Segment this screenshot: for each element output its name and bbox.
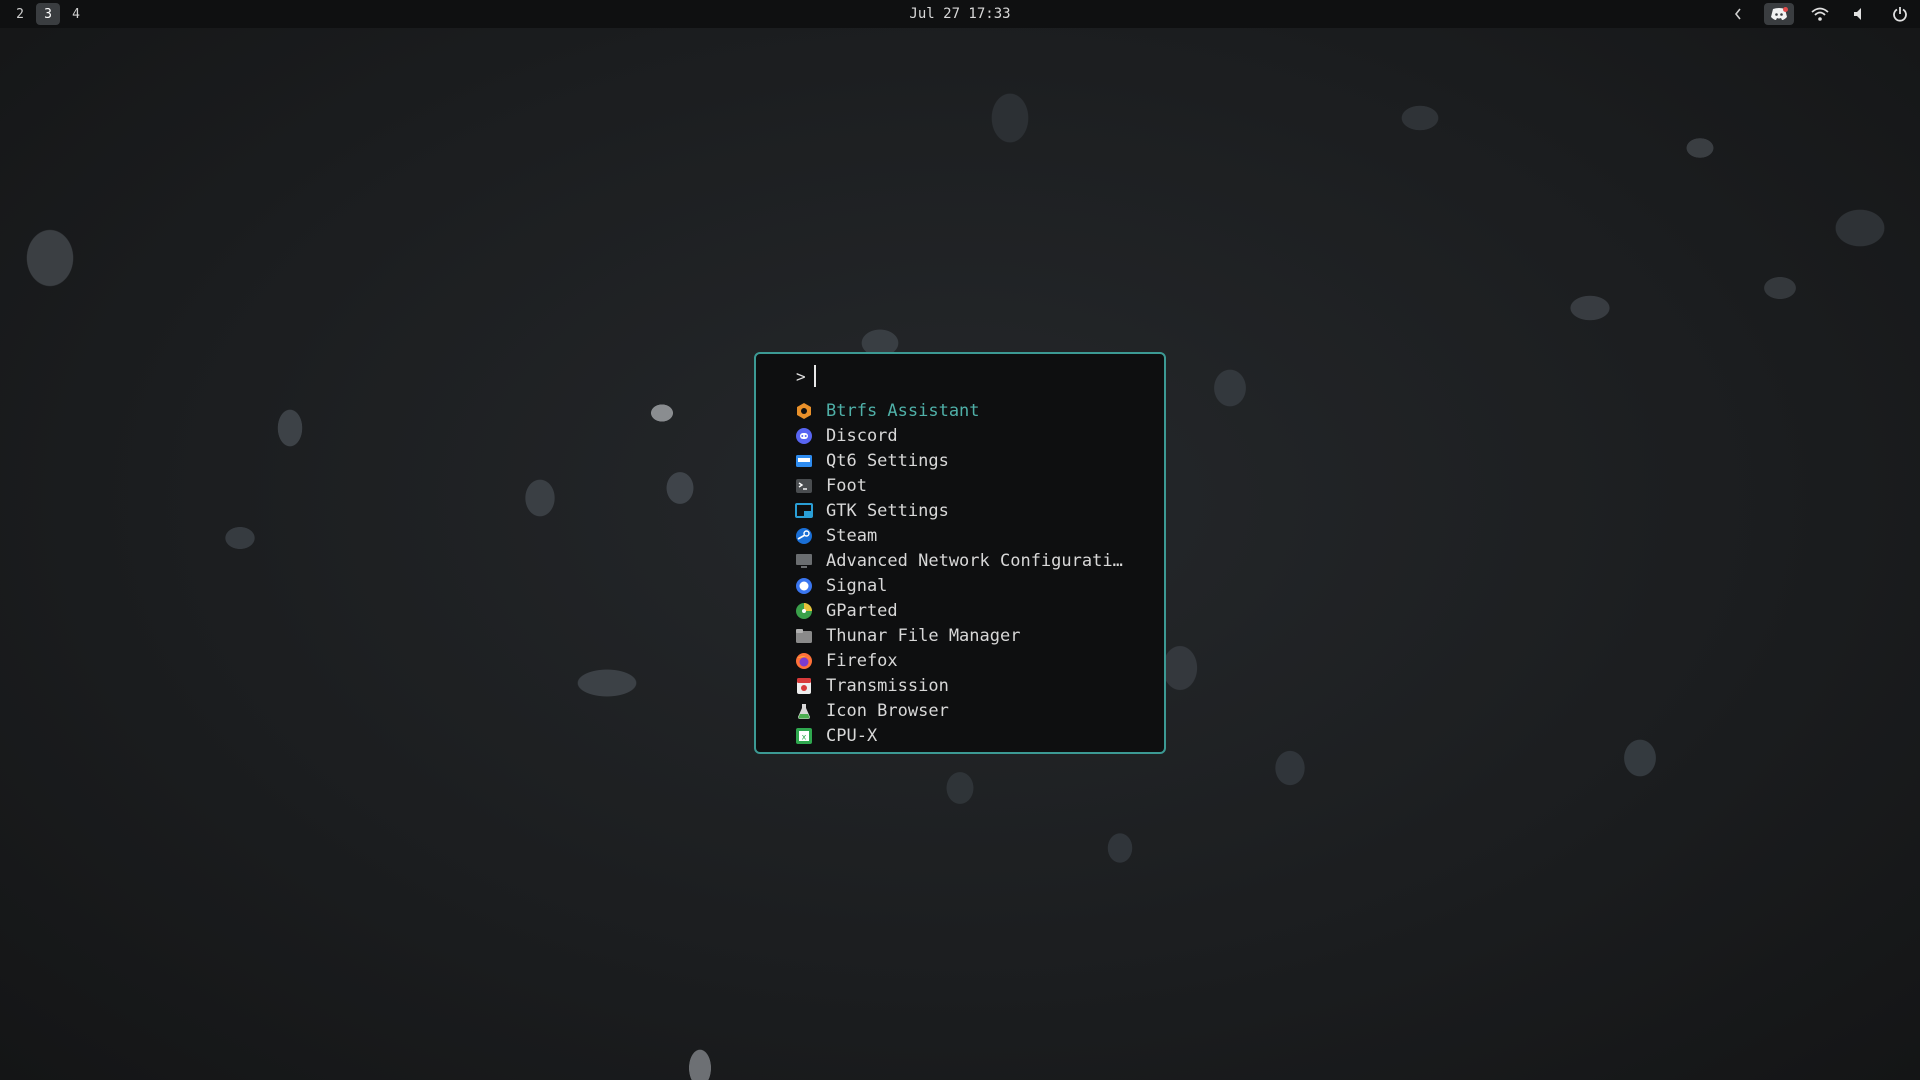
gparted-icon: [794, 601, 814, 621]
app-label: Icon Browser: [826, 700, 949, 721]
app-list-item[interactable]: Firefox: [794, 648, 1154, 673]
workspace-button[interactable]: 2: [8, 3, 32, 25]
app-list-item[interactable]: Discord: [794, 423, 1154, 448]
app-label: Btrfs Assistant: [826, 400, 980, 421]
thunar-icon: [794, 626, 814, 646]
workspace-switcher: 234: [4, 3, 88, 25]
top-bar: 234 Jul 27 17:33: [0, 0, 1920, 28]
app-label: Signal: [826, 575, 888, 596]
app-label: Firefox: [826, 650, 898, 671]
qt6-settings-icon: [794, 451, 814, 471]
app-label: GParted: [826, 600, 898, 621]
app-label: Thunar File Manager: [826, 625, 1021, 646]
app-label: Transmission: [826, 675, 949, 696]
workspace-button[interactable]: 3: [36, 3, 60, 25]
app-label: Qt6 Settings: [826, 450, 949, 471]
app-list-item[interactable]: Transmission: [794, 673, 1154, 698]
network-config-icon: [794, 551, 814, 571]
app-list-item[interactable]: Qt6 Settings: [794, 448, 1154, 473]
app-list-item[interactable]: Advanced Network Configurati…: [794, 548, 1154, 573]
btrfs-assistant-icon: [794, 401, 814, 421]
app-list-item[interactable]: Steam: [794, 523, 1154, 548]
app-list-item[interactable]: Btrfs Assistant: [794, 398, 1154, 423]
system-tray: [1718, 0, 1920, 28]
text-cursor: [813, 365, 816, 387]
app-launcher: > Btrfs Assistant Discord Qt6 Settings Foot…: [754, 352, 1166, 754]
svg-text:x: x: [802, 732, 807, 741]
prompt-symbol: >: [796, 366, 806, 386]
search-prompt[interactable]: >: [796, 364, 816, 388]
app-list-item[interactable]: x CPU-X: [794, 723, 1154, 748]
app-label: Discord: [826, 425, 898, 446]
icon-browser-icon: [794, 701, 814, 721]
app-list-item[interactable]: Signal: [794, 573, 1154, 598]
discord-icon: [794, 426, 814, 446]
app-list-item[interactable]: Foot: [794, 473, 1154, 498]
volume-icon[interactable]: [1840, 0, 1880, 28]
workspace-button[interactable]: 4: [64, 3, 88, 25]
transmission-icon: [794, 676, 814, 696]
app-list-item[interactable]: GParted: [794, 598, 1154, 623]
discord-tray-icon[interactable]: [1764, 3, 1794, 25]
app-list: Btrfs Assistant Discord Qt6 Settings Foot GT…: [794, 398, 1154, 748]
cpu-x-icon: x: [794, 726, 814, 746]
app-list-item[interactable]: Icon Browser: [794, 698, 1154, 723]
power-icon[interactable]: [1880, 0, 1920, 28]
steam-icon: [794, 526, 814, 546]
chevron-left-icon[interactable]: [1718, 0, 1758, 28]
app-label: Foot: [826, 475, 867, 496]
signal-icon: [794, 576, 814, 596]
app-label: Advanced Network Configurati…: [826, 550, 1123, 571]
firefox-icon: [794, 651, 814, 671]
clock[interactable]: Jul 27 17:33: [0, 0, 1920, 28]
app-list-item[interactable]: GTK Settings: [794, 498, 1154, 523]
app-label: Steam: [826, 525, 878, 546]
foot-terminal-icon: [794, 476, 814, 496]
app-label: GTK Settings: [826, 500, 949, 521]
app-list-item[interactable]: Thunar File Manager: [794, 623, 1154, 648]
app-label: CPU-X: [826, 725, 878, 746]
wifi-icon[interactable]: [1800, 0, 1840, 28]
gtk-settings-icon: [794, 501, 814, 521]
